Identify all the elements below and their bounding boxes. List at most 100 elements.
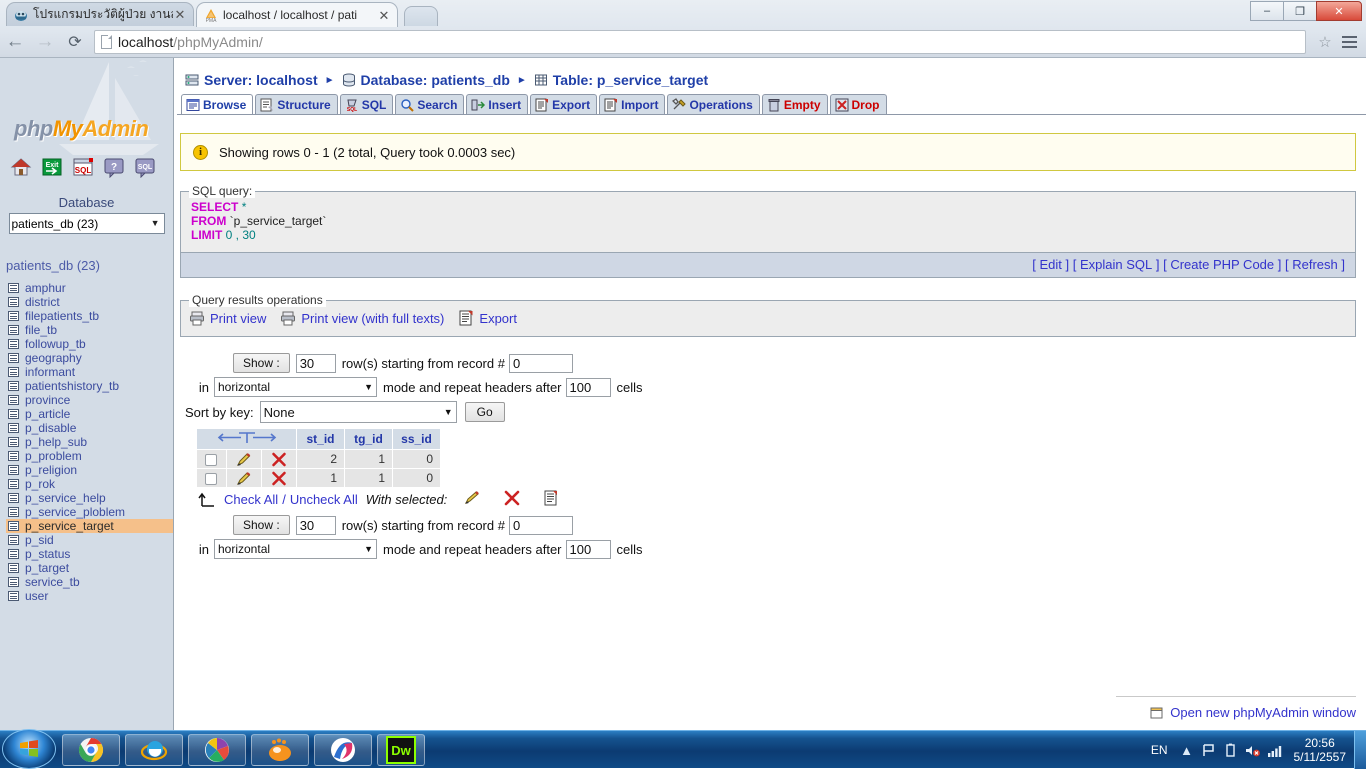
- table-row[interactable]: 210: [196, 449, 441, 469]
- bulk-delete-x-icon[interactable]: [503, 490, 521, 509]
- sidebar-table-item[interactable]: p_sid: [6, 533, 173, 547]
- row-delete-cell[interactable]: [260, 468, 298, 488]
- column-header-st_id[interactable]: st_id: [296, 428, 345, 450]
- row-edit-cell[interactable]: [225, 449, 262, 469]
- sidebar-table-item[interactable]: service_tb: [6, 575, 173, 589]
- minimize-button[interactable]: –: [1250, 1, 1284, 21]
- sql-action-link[interactable]: Create PHP Code: [1170, 257, 1274, 272]
- flag-action-center-icon[interactable]: [1198, 743, 1220, 758]
- go-button[interactable]: Go: [464, 402, 505, 422]
- breadcrumb-item-1[interactable]: Database: patients_db: [342, 72, 510, 88]
- sidebar-table-item[interactable]: patientshistory_tb: [6, 379, 173, 393]
- sidebar-table-item[interactable]: p_service_target: [6, 519, 173, 533]
- query-op-print-view-with-full-texts[interactable]: Print view (with full texts): [280, 310, 444, 326]
- sql-window-icon[interactable]: SQL: [72, 156, 94, 178]
- row-checkbox[interactable]: [205, 472, 218, 485]
- close-icon[interactable]: ✕: [377, 9, 391, 22]
- help-icon[interactable]: ?: [103, 156, 125, 179]
- headers-input-bottom[interactable]: [565, 539, 611, 559]
- windows-start-icon[interactable]: [2, 729, 56, 769]
- sidebar-table-item[interactable]: user: [6, 589, 173, 603]
- exit-icon[interactable]: Exit: [41, 156, 63, 178]
- breadcrumb-item-2[interactable]: Table: p_service_target: [534, 72, 708, 88]
- clock[interactable]: 20:56 5/11/2557: [1286, 736, 1355, 764]
- mode-select-top[interactable]: horizontal: [214, 377, 377, 397]
- language-indicator[interactable]: EN: [1143, 743, 1176, 757]
- row-edit-cell[interactable]: [225, 468, 262, 488]
- sidebar-table-item[interactable]: amphur: [6, 281, 173, 295]
- reload-icon[interactable]: ⟳: [60, 32, 90, 52]
- close-icon[interactable]: ✕: [173, 8, 187, 21]
- check-all-link[interactable]: Check All: [224, 492, 278, 507]
- network-signal-icon[interactable]: [1264, 743, 1286, 758]
- sql-action-link[interactable]: Explain SQL: [1080, 257, 1152, 272]
- restore-button[interactable]: ❐: [1283, 1, 1317, 21]
- show-desktop-button[interactable]: [1354, 731, 1366, 769]
- battery-icon[interactable]: [1220, 743, 1242, 758]
- row-checkbox[interactable]: [205, 453, 218, 466]
- silverlight-taskbar-icon[interactable]: [314, 734, 372, 766]
- sidebar-table-item[interactable]: p_religion: [6, 463, 173, 477]
- tab-import[interactable]: Import: [599, 94, 666, 114]
- sql-action-link[interactable]: Refresh: [1292, 257, 1338, 272]
- chrome-menu-icon[interactable]: [1336, 36, 1362, 48]
- query-op-export[interactable]: Export: [458, 310, 517, 326]
- query-op-print-view[interactable]: Print view: [189, 310, 266, 326]
- sidebar-table-item[interactable]: p_disable: [6, 421, 173, 435]
- table-row[interactable]: 110: [196, 468, 441, 488]
- mode-select-bottom[interactable]: horizontal: [214, 539, 377, 559]
- bulk-export-icon[interactable]: [543, 490, 559, 509]
- column-header-tg_id[interactable]: tg_id: [344, 428, 393, 450]
- sidebar-table-item[interactable]: p_target: [6, 561, 173, 575]
- delete-x-icon[interactable]: [271, 452, 287, 467]
- home-icon[interactable]: [10, 156, 32, 178]
- sidebar-table-item[interactable]: province: [6, 393, 173, 407]
- dreamweaver-taskbar-icon[interactable]: Dw: [377, 734, 425, 766]
- sidebar-table-item[interactable]: p_rok: [6, 477, 173, 491]
- sidebar-table-item[interactable]: followup_tb: [6, 337, 173, 351]
- uncheck-all-link[interactable]: Uncheck All: [290, 492, 358, 507]
- tab-drop[interactable]: Drop: [829, 94, 887, 114]
- delete-x-icon[interactable]: [271, 471, 287, 486]
- sql-query-icon[interactable]: SQL: [134, 156, 156, 179]
- sidebar-table-item[interactable]: informant: [6, 365, 173, 379]
- back-arrow-icon[interactable]: ←: [0, 31, 30, 53]
- sidebar-table-item[interactable]: p_problem: [6, 449, 173, 463]
- sidebar-table-item[interactable]: geography: [6, 351, 173, 365]
- sidebar-table-item[interactable]: district: [6, 295, 173, 309]
- browser-tab-2[interactable]: PMA localhost / localhost / pati ✕: [196, 2, 398, 27]
- browser-tab-1[interactable]: โปรแกรมประวัติผู้ป่วย งานสัง ✕: [6, 2, 194, 26]
- picasa-taskbar-icon[interactable]: [188, 734, 246, 766]
- show-hidden-icons[interactable]: ▲: [1176, 743, 1198, 758]
- sidebar-table-item[interactable]: p_service_ploblem: [6, 505, 173, 519]
- row-checkbox-cell[interactable]: [196, 449, 227, 469]
- close-button[interactable]: ✕: [1316, 1, 1362, 21]
- bookmark-star-icon[interactable]: ☆: [1314, 33, 1336, 51]
- sidebar-table-item[interactable]: p_help_sub: [6, 435, 173, 449]
- chrome-taskbar-icon[interactable]: [62, 734, 120, 766]
- sidebar-table-item[interactable]: file_tb: [6, 323, 173, 337]
- tab-sql[interactable]: SQL SQL: [339, 94, 394, 114]
- tab-operations[interactable]: Operations: [667, 94, 760, 114]
- edit-pencil-icon[interactable]: [236, 452, 252, 467]
- bulk-edit-pencil-icon[interactable]: [463, 490, 481, 509]
- sort-arrows-icon[interactable]: [211, 432, 283, 449]
- rows-input-top[interactable]: [295, 353, 336, 373]
- tab-structure[interactable]: Structure: [255, 94, 338, 114]
- rows-input-bottom[interactable]: [295, 515, 336, 535]
- volume-muted-icon[interactable]: [1242, 743, 1264, 758]
- record-input-bottom[interactable]: [508, 515, 573, 535]
- row-checkbox-cell[interactable]: [196, 468, 227, 488]
- internet-explorer-taskbar-icon[interactable]: [125, 734, 183, 766]
- headers-input-top[interactable]: [565, 377, 611, 397]
- new-tab-button[interactable]: [404, 6, 438, 26]
- sql-action-link[interactable]: Edit: [1039, 257, 1061, 272]
- tab-insert[interactable]: Insert: [466, 94, 529, 114]
- show-button-bottom[interactable]: Show :: [233, 515, 290, 535]
- gom-player-taskbar-icon[interactable]: [251, 734, 309, 766]
- sidebar-table-item[interactable]: p_status: [6, 547, 173, 561]
- sidebar-table-item[interactable]: p_service_help: [6, 491, 173, 505]
- sidebar-table-item[interactable]: p_article: [6, 407, 173, 421]
- tab-empty[interactable]: Empty: [761, 94, 828, 114]
- database-select[interactable]: patients_db (23): [8, 213, 165, 234]
